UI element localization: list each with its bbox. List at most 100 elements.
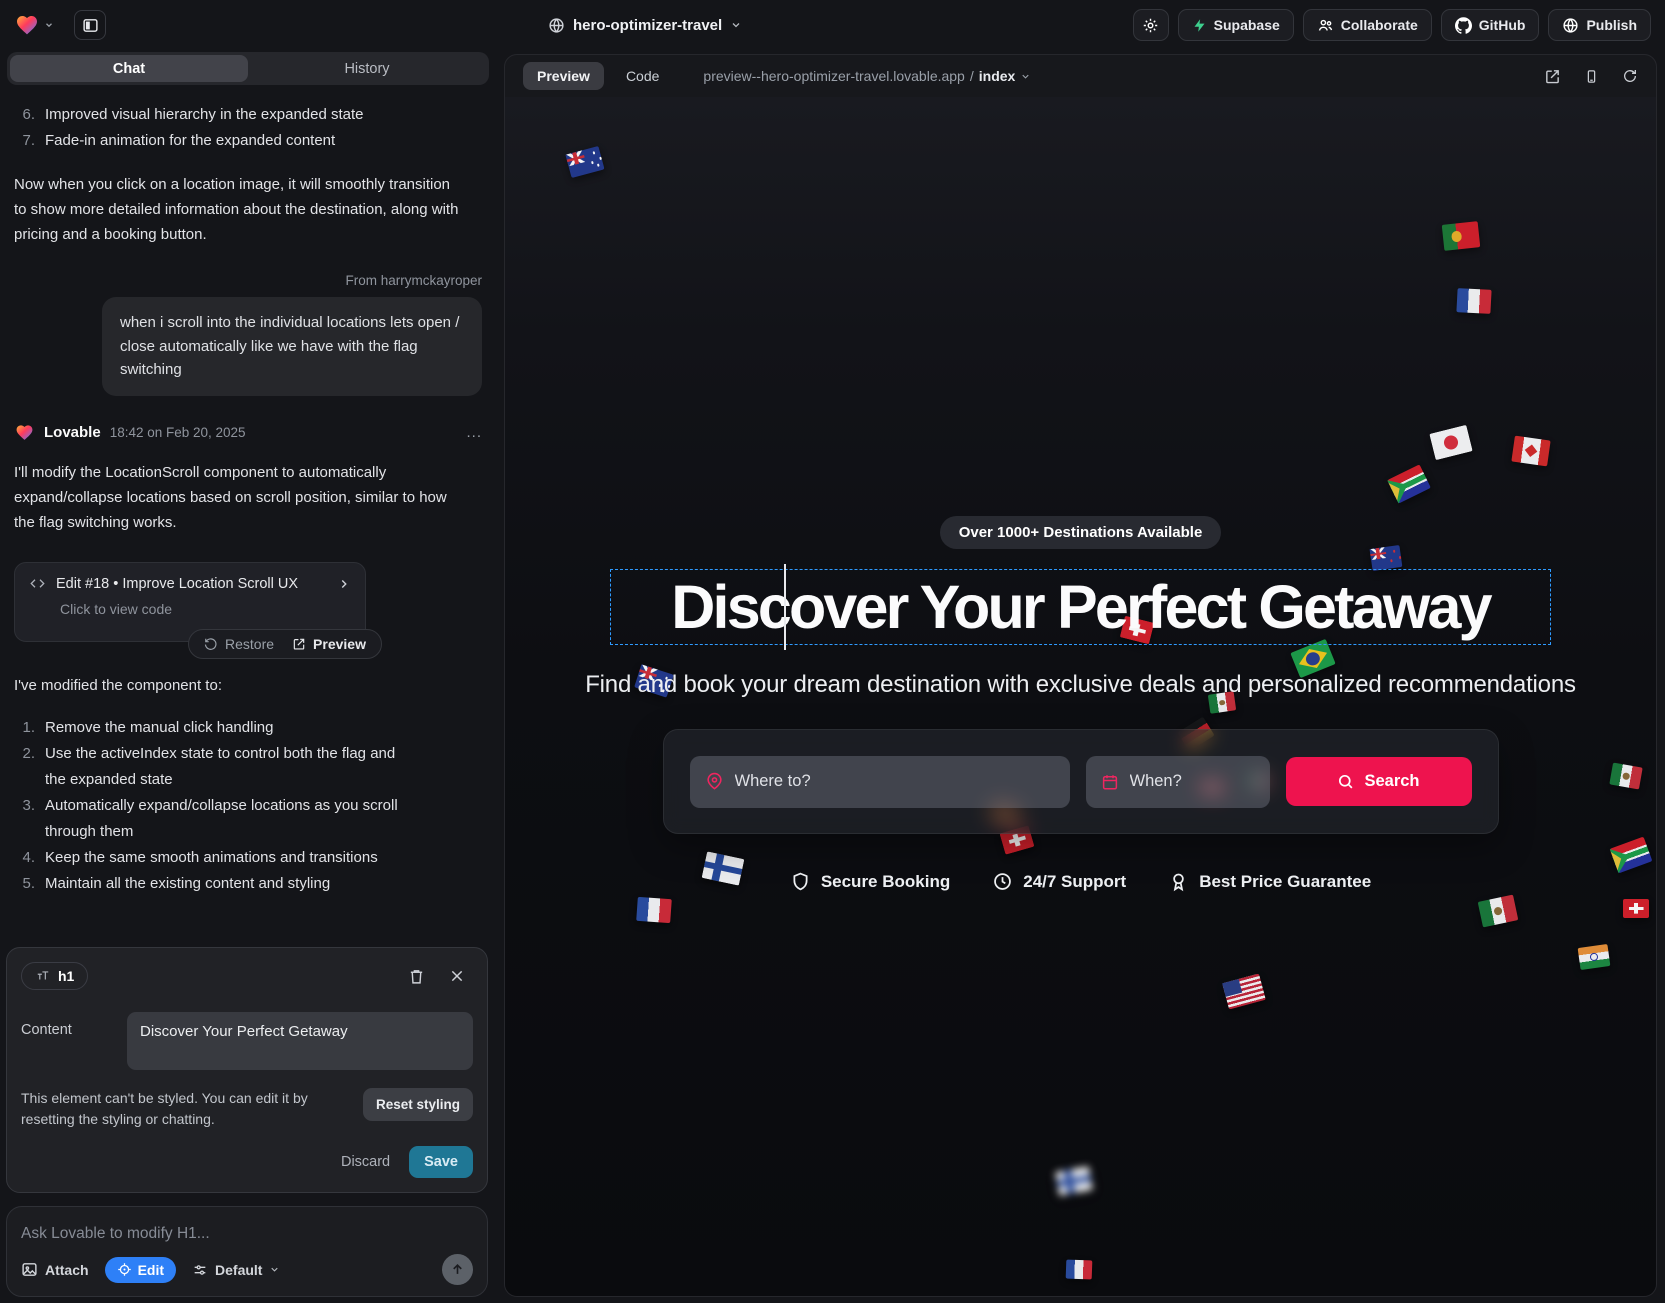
trash-icon[interactable]: [408, 968, 425, 985]
preview-version-button[interactable]: Preview: [292, 636, 366, 652]
text-caret: [784, 564, 786, 650]
feature-secure-booking: Secure Booking: [790, 871, 950, 892]
discard-button[interactable]: Discard: [341, 1154, 390, 1170]
assistant-list-bottom: 1. Remove the manual click handling 2. U…: [14, 715, 482, 897]
list-text: Fade-in animation for the expanded conte…: [45, 128, 335, 154]
feature-best-price: Best Price Guarantee: [1168, 871, 1371, 892]
app-topbar: hero-optimizer-travel Supabase: [0, 0, 1665, 50]
content-value-textarea[interactable]: Discover Your Perfect Getaway: [127, 1012, 473, 1070]
selected-heading-box[interactable]: Discover Your Perfect Getaway: [611, 570, 1550, 644]
chevron-down-icon: [269, 1264, 280, 1275]
hero-subheading: Find and book your dream destination wit…: [585, 671, 1576, 699]
list-item: 4. Keep the same smooth animations and t…: [14, 845, 482, 871]
content-field-label: Content: [21, 1012, 127, 1070]
tab-chat[interactable]: Chat: [10, 55, 248, 82]
lovable-logo-menu[interactable]: [14, 13, 54, 37]
url-separator: /: [970, 68, 974, 84]
model-default-dropdown[interactable]: Default: [192, 1262, 280, 1278]
hero-section: Over 1000+ Destinations Available Discov…: [505, 97, 1656, 1296]
search-button-label: Search: [1364, 772, 1419, 791]
feature-label: Secure Booking: [821, 872, 950, 892]
open-in-new-icon[interactable]: [1544, 68, 1561, 85]
location-pin-icon: [705, 772, 724, 791]
assistant-paragraph: Now when you click on a location image, …: [14, 172, 464, 247]
destinations-badge: Over 1000+ Destinations Available: [940, 516, 1222, 549]
search-button[interactable]: Search: [1286, 757, 1472, 806]
tab-history[interactable]: History: [248, 55, 486, 82]
where-to-field[interactable]: [690, 756, 1070, 808]
attach-button[interactable]: Attach: [21, 1261, 89, 1278]
chevron-right-icon: [337, 577, 351, 591]
refresh-icon[interactable]: [1622, 68, 1638, 84]
preview-toolbar: Preview Code preview--hero-optimizer-tra…: [505, 55, 1656, 97]
hero-heading[interactable]: Discover Your Perfect Getaway: [671, 572, 1489, 642]
supabase-button[interactable]: Supabase: [1178, 9, 1294, 41]
list-number: 6.: [14, 102, 45, 128]
close-icon[interactable]: [449, 968, 465, 984]
element-editor-panel: h1 Content Discover Your Perfect Getaway…: [6, 947, 488, 1193]
chat-message-input[interactable]: [21, 1219, 473, 1243]
edit-mode-button[interactable]: Edit: [105, 1257, 176, 1283]
when-field[interactable]: [1086, 756, 1270, 808]
sidebar-toggle-button[interactable]: [74, 10, 106, 40]
preview-viewport: Over 1000+ Destinations Available Discov…: [505, 97, 1656, 1296]
default-label: Default: [215, 1262, 262, 1278]
assistant-paragraph: I've modified the component to:: [14, 673, 464, 698]
message-menu-button[interactable]: ...: [466, 424, 482, 441]
chat-input-box[interactable]: Attach Edit Default: [6, 1206, 488, 1297]
settings-button[interactable]: [1133, 9, 1169, 41]
sliders-icon: [192, 1262, 208, 1278]
chevron-down-icon: [730, 19, 742, 31]
list-item: 6. Improved visual hierarchy in the expa…: [14, 102, 482, 128]
search-card: Search: [663, 729, 1499, 834]
reset-styling-button[interactable]: Reset styling: [363, 1088, 473, 1121]
send-button[interactable]: [442, 1254, 473, 1285]
restore-icon: [204, 637, 218, 651]
collaborate-button[interactable]: Collaborate: [1303, 9, 1432, 41]
list-text: Improved visual hierarchy in the expande…: [45, 102, 364, 128]
assistant-message-header: Lovable 18:42 on Feb 20, 2025 ...: [14, 423, 482, 442]
assistant-list-top: 6. Improved visual hierarchy in the expa…: [14, 102, 482, 154]
chat-scroll-area[interactable]: 6. Improved visual hierarchy in the expa…: [0, 85, 496, 903]
restore-label: Restore: [225, 636, 274, 652]
calendar-icon: [1101, 773, 1119, 791]
edit-card-subtitle: Click to view code: [60, 601, 351, 617]
list-item: 5. Maintain all the existing content and…: [14, 871, 482, 897]
external-link-icon: [292, 637, 306, 651]
features-row: Secure Booking 24/7 Support Best Price G…: [790, 871, 1371, 892]
list-item: 2. Use the activeIndex state to control …: [14, 741, 482, 793]
clock-icon: [992, 871, 1013, 892]
version-actions-pill: Restore Preview: [188, 629, 382, 659]
mobile-view-icon[interactable]: [1584, 68, 1599, 85]
edit-card-title: Edit #18 • Improve Location Scroll UX: [56, 576, 298, 592]
restore-button[interactable]: Restore: [204, 636, 274, 652]
list-text: Use the activeIndex state to control bot…: [45, 741, 415, 793]
globe-icon: [548, 17, 565, 34]
preview-url[interactable]: preview--hero-optimizer-travel.lovable.a…: [703, 68, 1031, 84]
assistant-paragraph: I'll modify the LocationScroll component…: [14, 460, 464, 535]
project-switcher[interactable]: hero-optimizer-travel: [548, 17, 742, 34]
user-message-bubble: when i scroll into the individual locati…: [102, 297, 482, 396]
shield-icon: [790, 871, 811, 892]
github-button[interactable]: GitHub: [1441, 9, 1540, 41]
supabase-icon: [1192, 18, 1207, 33]
list-number: 7.: [14, 128, 45, 154]
publish-label: Publish: [1586, 17, 1637, 33]
list-text: Automatically expand/collapse locations …: [45, 793, 450, 845]
url-host: preview--hero-optimizer-travel.lovable.a…: [703, 68, 964, 84]
publish-button[interactable]: Publish: [1548, 9, 1651, 41]
save-button[interactable]: Save: [409, 1146, 473, 1178]
award-icon: [1168, 871, 1189, 892]
where-to-input[interactable]: [735, 772, 1055, 791]
code-tag-icon: [29, 576, 46, 591]
when-input[interactable]: [1130, 772, 1255, 791]
url-path: index: [979, 68, 1016, 84]
message-timestamp: 18:42 on Feb 20, 2025: [110, 425, 246, 440]
collaborate-label: Collaborate: [1341, 17, 1418, 33]
message-from-label: From harrymckayroper: [14, 273, 482, 288]
tab-preview[interactable]: Preview: [523, 62, 604, 90]
people-icon: [1317, 17, 1334, 34]
preview-pane: Preview Code preview--hero-optimizer-tra…: [504, 54, 1657, 1297]
tab-code[interactable]: Code: [612, 62, 673, 90]
selected-element-badge[interactable]: h1: [21, 962, 88, 990]
